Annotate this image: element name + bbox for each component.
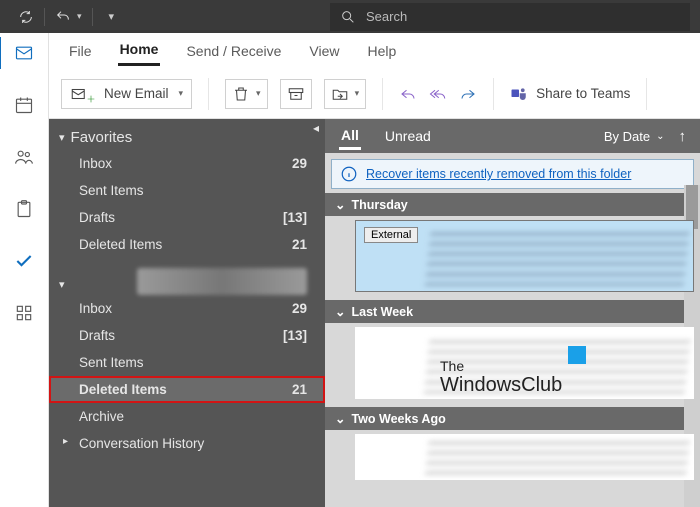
- undo-icon[interactable]: [55, 9, 71, 25]
- rail-todo[interactable]: [8, 249, 40, 273]
- filter-unread[interactable]: Unread: [383, 124, 433, 148]
- favorites-header[interactable]: ▾Favorites: [49, 119, 325, 150]
- new-email-label: New Email: [104, 86, 169, 101]
- archive-button[interactable]: [280, 79, 312, 109]
- collapse-pane-icon[interactable]: ◂: [313, 121, 319, 135]
- trash-icon: [232, 85, 250, 103]
- archive-icon: [287, 85, 305, 103]
- reply-button[interactable]: [399, 85, 417, 103]
- redacted-content: [355, 434, 694, 480]
- forward-icon: [459, 85, 477, 103]
- redacted-content: [355, 327, 694, 399]
- folder-deleted-items[interactable]: Deleted Items21: [49, 376, 325, 403]
- account-header[interactable]: ▾: [49, 268, 325, 295]
- search-placeholder: Search: [366, 9, 407, 24]
- folder-archive[interactable]: Archive: [49, 403, 325, 430]
- fav-drafts[interactable]: Drafts[13]: [49, 204, 325, 231]
- ribbon-tabs: File Home Send / Receive View Help: [49, 33, 700, 69]
- redacted-content: [356, 221, 693, 291]
- group-two-weeks-ago[interactable]: ⌄Two Weeks Ago: [325, 407, 700, 430]
- new-email-button[interactable]: New Email ▾: [61, 79, 192, 109]
- nav-rail: [0, 33, 49, 507]
- reply-icon: [399, 85, 417, 103]
- chevron-down-icon: ⌄: [335, 197, 345, 212]
- sort-menu[interactable]: By Date⌄: [604, 129, 665, 144]
- reply-all-icon: [429, 85, 447, 103]
- info-icon: [340, 165, 358, 183]
- tab-view[interactable]: View: [307, 37, 341, 65]
- svg-text:T: T: [514, 91, 518, 97]
- message-item[interactable]: [355, 327, 694, 399]
- tab-send-receive[interactable]: Send / Receive: [184, 37, 283, 65]
- chevron-down-icon: ▾: [59, 278, 65, 291]
- move-folder-icon: [331, 85, 349, 103]
- folder-inbox[interactable]: Inbox29: [49, 295, 325, 322]
- tab-home[interactable]: Home: [118, 35, 161, 66]
- search-box[interactable]: Search: [330, 3, 690, 31]
- fav-deleted-items[interactable]: Deleted Items21: [49, 231, 325, 258]
- rail-tasks[interactable]: [8, 197, 40, 221]
- refresh-icon[interactable]: [18, 9, 34, 25]
- recover-notice[interactable]: Recover items recently removed from this…: [331, 159, 694, 189]
- rail-calendar[interactable]: [8, 93, 40, 117]
- group-last-week[interactable]: ⌄Last Week: [325, 300, 700, 323]
- group-thursday[interactable]: ⌄Thursday: [325, 193, 700, 216]
- tab-file[interactable]: File: [67, 37, 94, 65]
- undo-dropdown-icon[interactable]: ▾: [77, 11, 82, 22]
- teams-icon: T: [510, 85, 528, 103]
- share-teams-button[interactable]: T Share to Teams: [510, 85, 630, 103]
- sort-direction-button[interactable]: ↑: [679, 128, 687, 145]
- folder-conversation-history[interactable]: ▸Conversation History: [49, 430, 325, 457]
- rail-mail[interactable]: [8, 41, 40, 65]
- message-item[interactable]: External: [355, 220, 694, 292]
- delete-button[interactable]: ▾: [225, 79, 268, 109]
- filter-bar: All Unread By Date⌄ ↑: [325, 119, 700, 153]
- chevron-down-icon: ⌄: [335, 304, 345, 319]
- chevron-right-icon[interactable]: ▸: [63, 436, 68, 447]
- recover-link[interactable]: Recover items recently removed from this…: [366, 167, 631, 181]
- folder-pane: ◂ ▾Favorites Inbox29 Sent Items Drafts[1…: [49, 119, 325, 507]
- folder-sent-items[interactable]: Sent Items: [49, 349, 325, 376]
- tab-help[interactable]: Help: [366, 37, 399, 65]
- search-icon: [340, 9, 356, 25]
- chevron-down-icon[interactable]: ▾: [179, 88, 184, 99]
- share-teams-label: Share to Teams: [536, 86, 630, 101]
- filter-all[interactable]: All: [339, 123, 361, 150]
- message-list: All Unread By Date⌄ ↑ Recover items rece…: [325, 119, 700, 507]
- plus-icon: [86, 94, 96, 104]
- chevron-down-icon: ⌄: [335, 411, 345, 426]
- ribbon: New Email ▾ ▾ ▾ T Share to Teams: [49, 69, 700, 119]
- fav-inbox[interactable]: Inbox29: [49, 150, 325, 177]
- fav-sent-items[interactable]: Sent Items: [49, 177, 325, 204]
- rail-more-apps[interactable]: [8, 301, 40, 325]
- qat-customize-icon[interactable]: ▾: [109, 10, 115, 23]
- title-bar: ▾ ▾ Search: [0, 0, 700, 33]
- folder-drafts[interactable]: Drafts[13]: [49, 322, 325, 349]
- chevron-down-icon: ⌄: [656, 131, 664, 142]
- message-item[interactable]: [355, 434, 694, 480]
- chevron-down-icon: ▾: [59, 131, 65, 144]
- rail-people[interactable]: [8, 145, 40, 169]
- reply-all-button[interactable]: [429, 85, 447, 103]
- forward-button[interactable]: [459, 85, 477, 103]
- move-button[interactable]: ▾: [324, 79, 367, 109]
- redacted-account-name: [137, 268, 307, 295]
